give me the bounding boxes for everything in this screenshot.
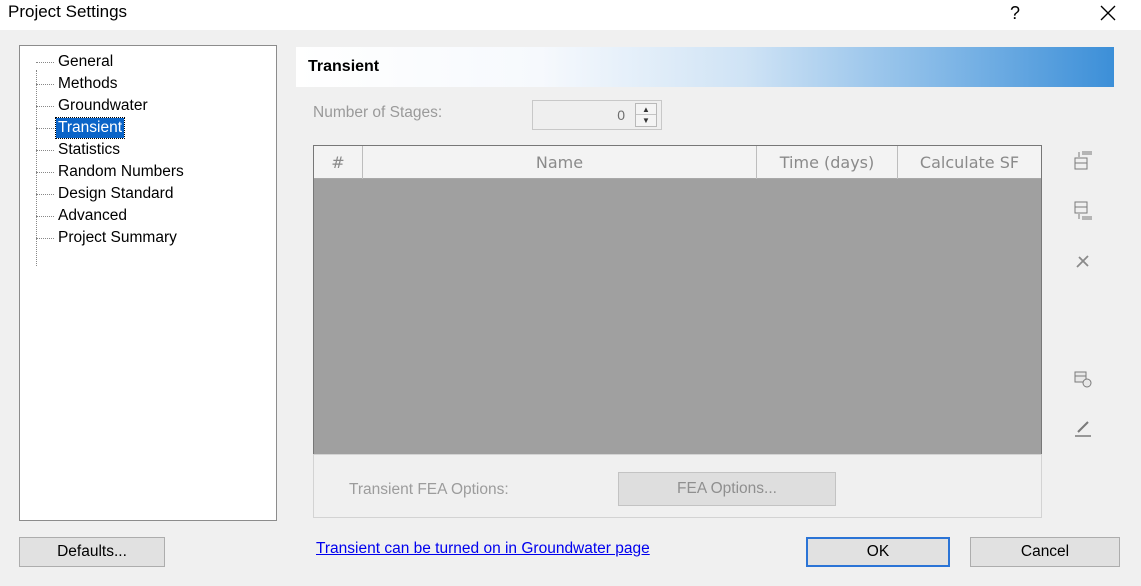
close-button[interactable] — [1086, 0, 1130, 28]
fea-options-button[interactable]: FEA Options... — [618, 472, 836, 506]
spin-up-icon[interactable]: ▲ — [636, 104, 656, 115]
copy-stage-icon[interactable] — [1072, 368, 1094, 390]
groundwater-page-link[interactable]: Transient can be turned on in Groundwate… — [316, 540, 650, 558]
column-header-calculate-sf[interactable]: Calculate SF — [898, 146, 1041, 179]
title-bar: Project Settings ? — [0, 0, 1141, 30]
stages-value: 0 — [617, 107, 625, 123]
insert-row-below-icon[interactable] — [1072, 200, 1094, 222]
edit-pencil-icon[interactable] — [1072, 418, 1094, 440]
fea-options-label: Transient FEA Options: — [349, 481, 509, 498]
defaults-button[interactable]: Defaults... — [19, 537, 165, 567]
insert-row-above-icon[interactable] — [1072, 150, 1094, 172]
help-button[interactable]: ? — [1000, 0, 1030, 28]
settings-tree[interactable]: General Methods Groundwater Transient St… — [19, 45, 277, 521]
stages-spinner[interactable]: ▲ ▼ — [635, 103, 657, 127]
cancel-button[interactable]: Cancel — [970, 537, 1120, 567]
section-header: Transient — [296, 47, 1114, 87]
tree-item-label: Project Summary — [58, 229, 177, 246]
delete-row-icon[interactable] — [1072, 250, 1094, 272]
tree-connector-line — [36, 70, 37, 266]
tree-item-label: Statistics — [58, 141, 121, 158]
fea-options-group: Transient FEA Options: FEA Options... — [313, 454, 1042, 518]
section-title: Transient — [308, 58, 380, 75]
column-header-time[interactable]: Time (days) — [757, 146, 898, 179]
tree-item-label: Design Standard — [58, 185, 174, 202]
stages-spinbox[interactable]: 0 ▲ ▼ — [532, 100, 662, 130]
tree-item-label: Advanced — [58, 207, 127, 224]
table-header: # Name Time (days) Calculate SF — [314, 146, 1041, 179]
close-icon — [1100, 5, 1116, 21]
window-title: Project Settings — [8, 2, 128, 21]
ok-button[interactable]: OK — [806, 537, 950, 567]
column-header-name[interactable]: Name — [363, 146, 757, 179]
stages-label: Number of Stages: — [313, 104, 443, 121]
tree-item-label: Groundwater — [58, 97, 148, 114]
stages-table[interactable]: # Name Time (days) Calculate SF — [313, 145, 1042, 473]
tree-item-label: General — [58, 53, 114, 70]
tree-item-label: Methods — [58, 75, 118, 92]
tree-item-label: Transient — [54, 117, 126, 139]
dialog-body: General Methods Groundwater Transient St… — [0, 30, 1141, 586]
tree-item-label: Random Numbers — [58, 163, 184, 180]
spin-down-icon[interactable]: ▼ — [636, 115, 656, 126]
column-header-number[interactable]: # — [314, 146, 363, 179]
